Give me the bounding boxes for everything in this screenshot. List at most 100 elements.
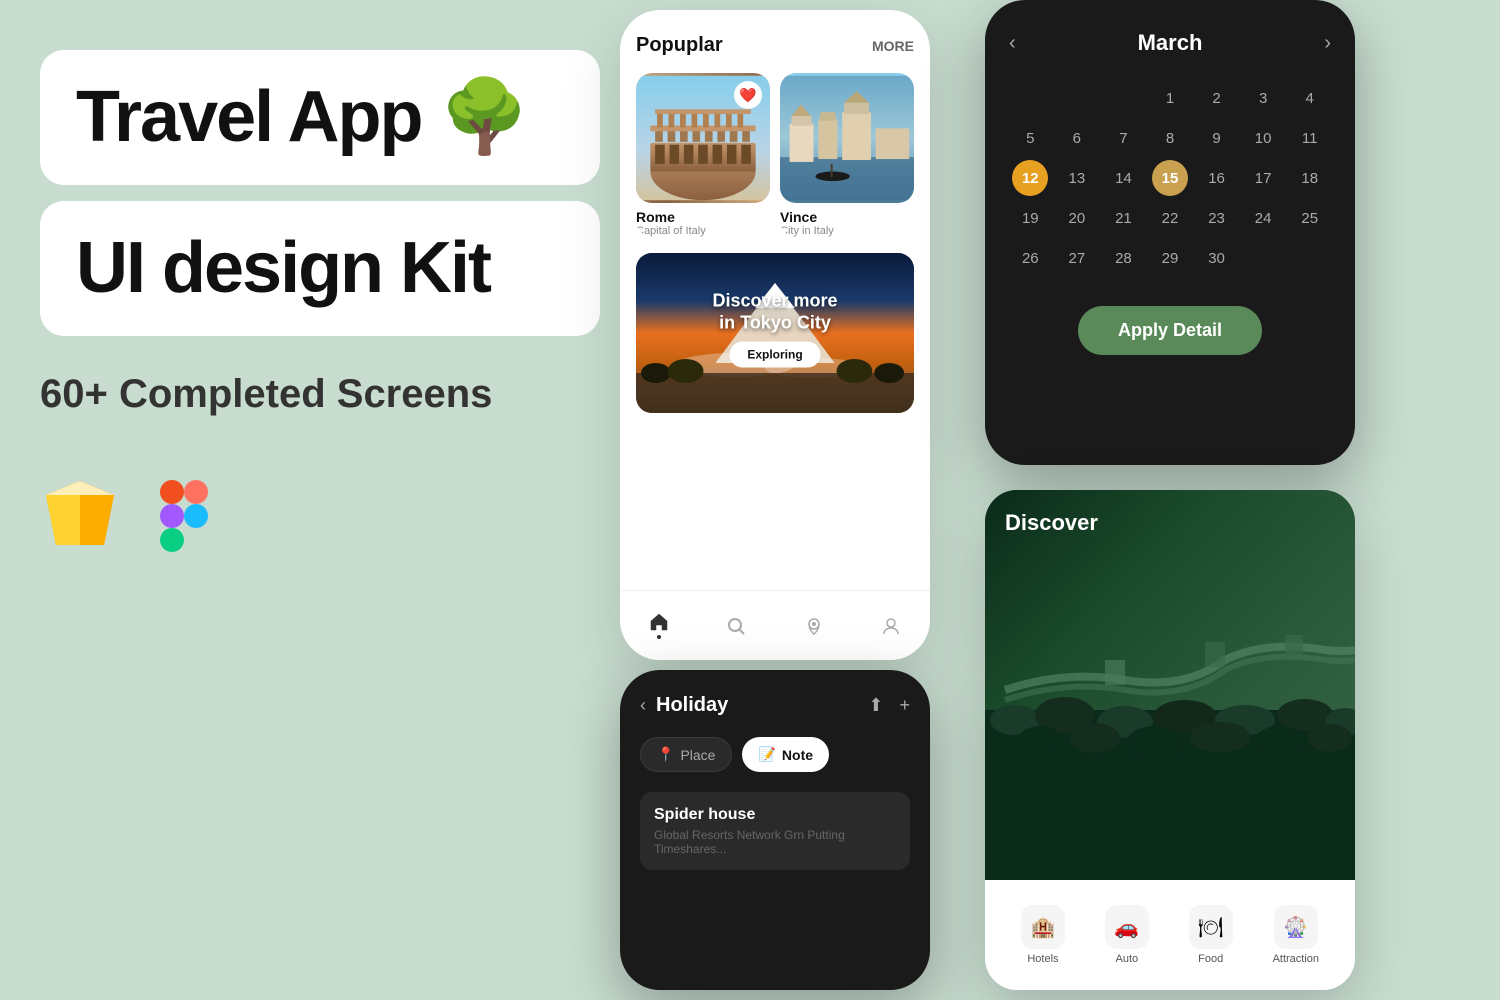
- cal-day-5[interactable]: 5: [1012, 120, 1048, 156]
- cal-day-21[interactable]: 21: [1105, 200, 1141, 236]
- tokyo-title: Discover more in Tokyo City: [706, 291, 845, 334]
- cal-day-10[interactable]: 10: [1245, 120, 1281, 156]
- cal-day-12[interactable]: 12: [1012, 160, 1048, 196]
- nav-home[interactable]: [649, 612, 669, 639]
- category-hotels[interactable]: 🏨 Hotels: [1021, 905, 1065, 965]
- venice-image: [780, 73, 914, 203]
- cal-day-4[interactable]: 4: [1292, 80, 1328, 116]
- logos-row: [40, 477, 600, 554]
- calendar-grid: 1 2 3 4 5 6 7 8 9 10 11 12 13 14 15 16 1…: [1009, 80, 1331, 276]
- place-tab[interactable]: 📍 Place: [640, 737, 732, 772]
- rome-image: ❤️: [636, 73, 770, 203]
- food-label: Food: [1198, 953, 1223, 965]
- popular-header: Popuplar MORE: [636, 34, 914, 57]
- discover-label: Discover: [1005, 510, 1098, 536]
- cal-day-29[interactable]: 29: [1152, 240, 1188, 276]
- note-label: Note: [782, 747, 813, 763]
- share-button[interactable]: ⬆: [868, 695, 883, 716]
- food-icon: 🍽: [1189, 905, 1233, 949]
- cal-next-button[interactable]: ›: [1324, 32, 1331, 55]
- cal-day-2[interactable]: 2: [1199, 80, 1235, 116]
- tab-pills: 📍 Place 📝 Note: [640, 737, 910, 772]
- cal-day-23[interactable]: 23: [1199, 200, 1235, 236]
- cal-day-16[interactable]: 16: [1199, 160, 1235, 196]
- kit-subtitle: UI design Kit: [76, 229, 564, 308]
- category-auto[interactable]: 🚗 Auto: [1105, 905, 1149, 965]
- discover-categories: 🏨 Hotels 🚗 Auto 🍽 Food 🎡 Attraction: [985, 880, 1355, 990]
- sketch-logo: [40, 477, 120, 554]
- holiday-left: ‹ Holiday: [640, 694, 728, 717]
- cal-day-17[interactable]: 17: [1245, 160, 1281, 196]
- auto-label: Auto: [1115, 953, 1138, 965]
- city2-name: Vince: [780, 209, 914, 225]
- city1-sub: Capital of Italy: [636, 225, 770, 237]
- cal-month-label: March: [1138, 30, 1203, 56]
- tokyo-banner[interactable]: Discover more in Tokyo City Exploring: [636, 253, 914, 413]
- more-link[interactable]: MORE: [872, 38, 914, 54]
- cal-day-22[interactable]: 22: [1152, 200, 1188, 236]
- nav-search[interactable]: [726, 616, 746, 636]
- item-subtitle: Global Resorts Network Grn Putting Times…: [654, 828, 896, 856]
- apply-detail-button[interactable]: Apply Detail: [1078, 306, 1262, 355]
- explore-button[interactable]: Exploring: [729, 342, 820, 368]
- holiday-actions: ⬆ +: [868, 695, 910, 716]
- rome-card[interactable]: ❤️ Rome Capital of Italy: [636, 73, 770, 237]
- back-button[interactable]: ‹: [640, 695, 646, 716]
- discover-image: Discover: [985, 490, 1355, 880]
- venice-card[interactable]: Vince City in Italy: [780, 73, 914, 237]
- note-icon: 📝: [758, 746, 775, 763]
- heart-badge[interactable]: ❤️: [734, 81, 762, 109]
- cal-day-3[interactable]: 3: [1245, 80, 1281, 116]
- nav-profile[interactable]: [881, 616, 901, 636]
- figma-logo: [160, 480, 208, 552]
- cal-day-18[interactable]: 18: [1292, 160, 1328, 196]
- item-name: Spider house: [654, 806, 896, 824]
- cal-day-26[interactable]: 26: [1012, 240, 1048, 276]
- cities-grid: ❤️ Rome Capital of Italy: [636, 73, 914, 237]
- discover-card: Discover 🏨 Hotels 🚗 Auto 🍽 Food 🎡 Attrac…: [985, 490, 1355, 990]
- spider-house-item[interactable]: Spider house Global Resorts Network Grn …: [640, 792, 910, 870]
- cal-day-13[interactable]: 13: [1059, 160, 1095, 196]
- cal-day-24[interactable]: 24: [1245, 200, 1281, 236]
- app-title: Travel App 🌳: [76, 78, 564, 157]
- cal-day-27[interactable]: 27: [1059, 240, 1095, 276]
- hotels-label: Hotels: [1027, 953, 1058, 965]
- attraction-icon: 🎡: [1274, 905, 1318, 949]
- holiday-title: Holiday: [656, 694, 728, 717]
- tokyo-text-overlay: Discover more in Tokyo City Exploring: [706, 291, 845, 368]
- place-label: Place: [680, 747, 715, 763]
- cal-prev-button[interactable]: ‹: [1009, 32, 1016, 55]
- left-section: Travel App 🌳 UI design Kit 60+ Completed…: [40, 50, 600, 554]
- cal-day-11[interactable]: 11: [1292, 120, 1328, 156]
- cal-day-25[interactable]: 25: [1292, 200, 1328, 236]
- category-attraction[interactable]: 🎡 Attraction: [1273, 905, 1319, 965]
- nav-map[interactable]: [804, 616, 824, 636]
- attraction-label: Attraction: [1273, 953, 1319, 965]
- category-food[interactable]: 🍽 Food: [1189, 905, 1233, 965]
- cal-day-6[interactable]: 6: [1059, 120, 1095, 156]
- cal-day-19[interactable]: 19: [1012, 200, 1048, 236]
- place-icon: 📍: [657, 746, 674, 763]
- city2-sub: City in Italy: [780, 225, 914, 237]
- note-tab[interactable]: 📝 Note: [742, 737, 829, 772]
- title-card: Travel App 🌳: [40, 50, 600, 185]
- cal-day-1[interactable]: 1: [1152, 80, 1188, 116]
- cal-day-14[interactable]: 14: [1105, 160, 1141, 196]
- cal-day-30[interactable]: 30: [1199, 240, 1235, 276]
- cal-day-28[interactable]: 28: [1105, 240, 1141, 276]
- calendar-header: ‹ March ›: [1009, 30, 1331, 56]
- add-button[interactable]: +: [899, 695, 910, 716]
- subtitle-card: UI design Kit: [40, 201, 600, 336]
- cal-day-7[interactable]: 7: [1105, 120, 1141, 156]
- phone-2-calendar: ‹ March › 1 2 3 4 5 6 7 8 9 10 11 12 13 …: [985, 0, 1355, 465]
- bottom-nav: [620, 590, 930, 660]
- phone-3-holiday: ‹ Holiday ⬆ + 📍 Place 📝 Note Spider hous…: [620, 670, 930, 990]
- completed-screens-text: 60+ Completed Screens: [40, 372, 600, 417]
- cal-day-15[interactable]: 15: [1152, 160, 1188, 196]
- cal-day-20[interactable]: 20: [1059, 200, 1095, 236]
- holiday-header: ‹ Holiday ⬆ +: [640, 694, 910, 717]
- cal-day-8[interactable]: 8: [1152, 120, 1188, 156]
- popular-title: Popuplar: [636, 34, 723, 57]
- cal-day-9[interactable]: 9: [1199, 120, 1235, 156]
- hotels-icon: 🏨: [1021, 905, 1065, 949]
